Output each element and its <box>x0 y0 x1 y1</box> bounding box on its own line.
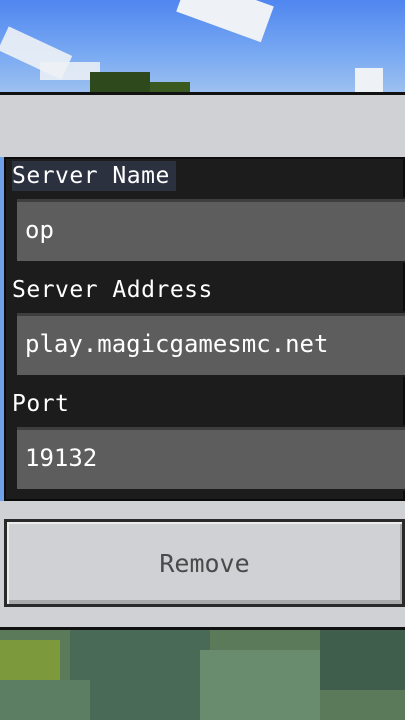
server-address-input[interactable] <box>17 313 405 375</box>
server-name-input[interactable] <box>17 199 405 261</box>
port-field-container <box>15 425 405 491</box>
world-background-bottom <box>0 630 405 720</box>
server-name-label: Server Name <box>12 161 176 191</box>
actions-panel: Remove <box>0 501 405 627</box>
server-address-label: Server Address <box>12 277 213 303</box>
water-patch <box>200 650 320 720</box>
water-patch <box>70 630 210 720</box>
cloud <box>355 68 383 92</box>
server-name-field-container <box>15 197 405 263</box>
tree-foliage <box>150 82 190 92</box>
port-input[interactable] <box>17 427 405 489</box>
world-background-top <box>0 0 405 92</box>
water-patch <box>320 630 405 690</box>
server-edit-form: Server Name Server Address Port <box>4 157 405 501</box>
port-label: Port <box>12 391 70 417</box>
tree-foliage <box>90 72 150 92</box>
server-address-field-container <box>15 311 405 377</box>
dialog-header <box>0 95 405 157</box>
cloud <box>176 0 274 43</box>
remove-button[interactable]: Remove <box>4 519 405 607</box>
grass-patch <box>0 640 60 680</box>
water-patch <box>0 680 90 720</box>
